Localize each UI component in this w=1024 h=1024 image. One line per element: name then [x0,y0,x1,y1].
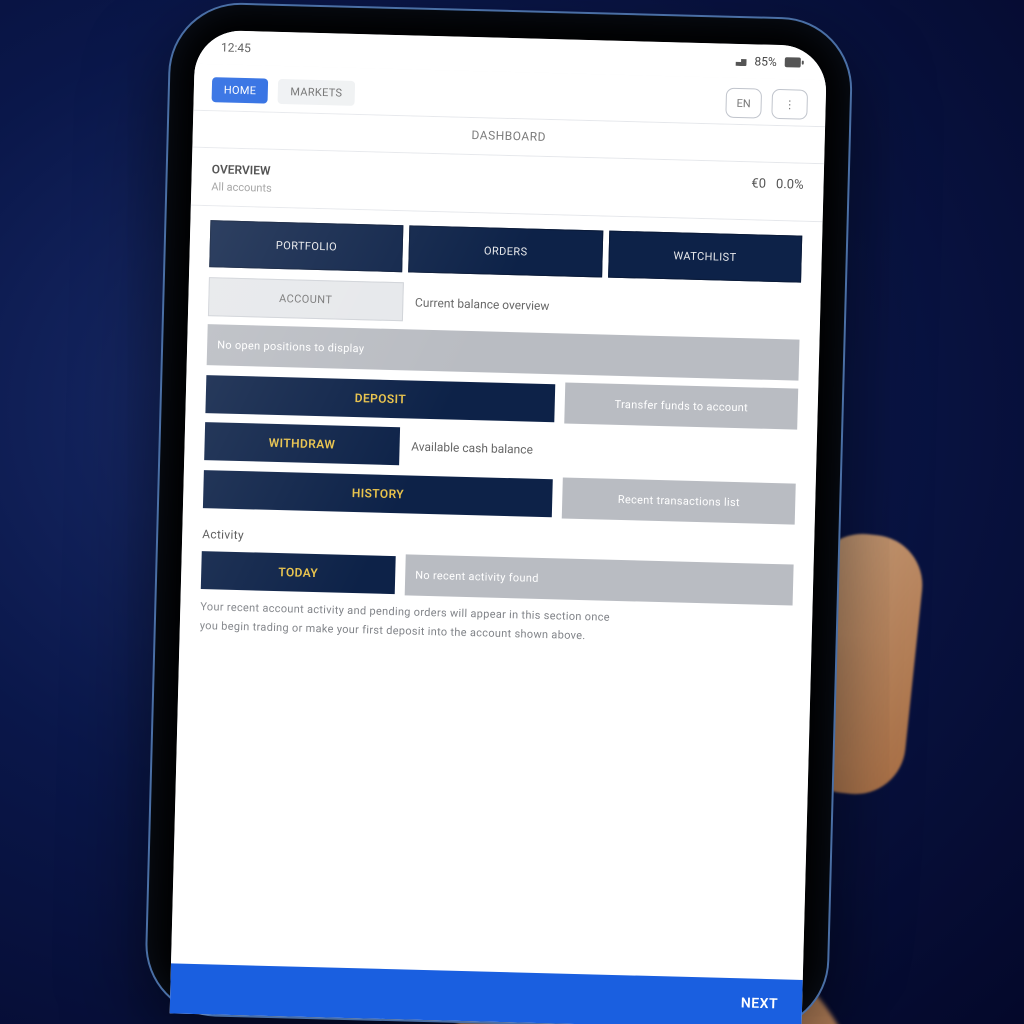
status-time: 12:45 [221,40,251,55]
badge-withdraw[interactable]: WITHDRAW [204,422,400,465]
header-right: EN ⋮ [725,88,808,120]
scene-background: 12:45 85% HOME MARKETS EN ⋮ DASHBOARD [0,0,1024,1024]
text-withdraw: Available cash balance [407,433,797,469]
row-activity: TODAY No recent activity found [201,549,794,605]
content: PORTFOLIO ORDERS WATCHLIST ACCOUNT Curre… [171,206,823,980]
tile-row: PORTFOLIO ORDERS WATCHLIST [209,220,802,282]
badge-history[interactable]: HISTORY [203,470,553,517]
locale-button[interactable]: EN [725,88,762,119]
text-account: Current balance overview [411,289,801,325]
bar-no-positions: No open positions to display [207,324,800,380]
tile-portfolio[interactable]: PORTFOLIO [209,220,403,272]
menu-button[interactable]: ⋮ [771,89,808,120]
badge-today[interactable]: TODAY [201,551,396,594]
tile-watchlist[interactable]: WATCHLIST [608,231,802,283]
section-main: PORTFOLIO ORDERS WATCHLIST ACCOUNT Curre… [179,206,822,666]
bottom-bar-label: NEXT [741,995,779,1012]
phone: 12:45 85% HOME MARKETS EN ⋮ DASHBOARD [146,3,852,1024]
signal-icon [730,56,746,66]
badge-account[interactable]: ACCOUNT [208,277,404,321]
tabs: HOME MARKETS [212,77,355,106]
stat-amount: €0 [751,176,766,191]
battery-label: 85% [754,54,777,69]
row-account: ACCOUNT Current balance overview [208,277,801,331]
bar-deposit-text: Transfer funds to account [564,383,798,430]
breadcrumb-stats: €0 0.0% [751,176,804,192]
battery-icon [785,57,801,67]
tab-markets[interactable]: MARKETS [278,78,355,105]
status-right: 85% [730,54,801,70]
bar-no-activity: No recent activity found [405,554,794,605]
phone-screen: 12:45 85% HOME MARKETS EN ⋮ DASHBOARD [170,30,828,1024]
badge-deposit[interactable]: DEPOSIT [205,375,555,422]
body-text: Your recent account activity and pending… [200,598,793,651]
tab-home[interactable]: HOME [212,77,269,103]
row-deposit: DEPOSIT Transfer funds to account [205,373,798,429]
row-withdraw: WITHDRAW Available cash balance [204,422,797,475]
tile-orders[interactable]: ORDERS [408,225,602,277]
bar-history-text: Recent transactions list [562,477,796,524]
stat-change: 0.0% [776,177,804,193]
row-history: HISTORY Recent transactions list [203,468,796,524]
